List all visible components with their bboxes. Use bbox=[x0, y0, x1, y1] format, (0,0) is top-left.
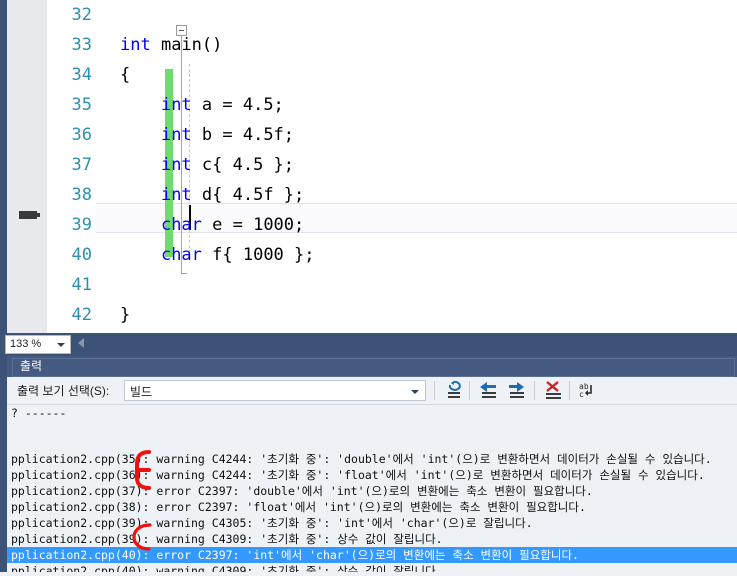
code-content[interactable]: int main() bbox=[120, 30, 222, 60]
output-line[interactable]: pplication2.cpp(37): error C2397: 'doubl… bbox=[7, 483, 737, 499]
code-token: b = 4.5f; bbox=[191, 125, 295, 145]
zoom-level-value: 133 % bbox=[10, 338, 42, 350]
output-line[interactable]: pplication2.cpp(39): warning C4305: '초기화… bbox=[7, 515, 737, 531]
code-token: d{ 4.5f }; bbox=[191, 185, 305, 205]
code-row: 40 char f{ 1000 }; bbox=[48, 240, 737, 270]
code-content[interactable]: int b = 4.5f; bbox=[120, 120, 294, 150]
code-content[interactable]: { bbox=[120, 60, 130, 90]
keyword-token: char bbox=[160, 245, 202, 265]
bookmark-glyph-icon[interactable] bbox=[19, 211, 40, 219]
code-row: 39 char e = 1000; bbox=[48, 210, 737, 240]
code-token: a = 4.5; bbox=[191, 95, 284, 115]
output-title-bar[interactable]: 출력 bbox=[7, 356, 737, 377]
code-token: f{ 1000 }; bbox=[201, 245, 315, 265]
output-title-frame bbox=[12, 358, 735, 377]
code-token: c{ 4.5 }; bbox=[191, 155, 295, 175]
keyword-token: int bbox=[120, 35, 151, 55]
output-line-selected[interactable]: pplication2.cpp(40): error C2397: 'int'에… bbox=[7, 547, 737, 563]
line-number: 36 bbox=[71, 125, 92, 145]
go-to-next-message-icon[interactable] bbox=[504, 380, 530, 402]
line-number: 41 bbox=[71, 275, 92, 295]
code-row: 38 int d{ 4.5f }; bbox=[48, 180, 737, 210]
output-view-selector-value: 빌드 bbox=[130, 385, 153, 399]
line-number: 37 bbox=[71, 155, 92, 175]
code-content[interactable]: int a = 4.5; bbox=[120, 90, 284, 120]
output-bottom-strip bbox=[0, 572, 737, 576]
svg-text:c: c bbox=[579, 390, 584, 399]
keyword-token: int bbox=[160, 185, 192, 205]
go-to-previous-message-icon[interactable] bbox=[476, 380, 502, 402]
code-content[interactable]: char e = 1000; bbox=[120, 210, 304, 240]
code-row: 33 int main() bbox=[48, 30, 737, 60]
horizontal-scroll-left-arrow-icon[interactable] bbox=[78, 338, 84, 348]
code-row: 42 } bbox=[48, 300, 737, 330]
chevron-down-icon bbox=[411, 390, 419, 394]
code-content[interactable]: char f{ 1000 }; bbox=[120, 240, 315, 270]
code-row: 36 int b = 4.5f; bbox=[48, 120, 737, 150]
keyword-token: int bbox=[160, 155, 192, 175]
output-line[interactable]: ? ------ bbox=[7, 405, 737, 421]
view-selector-label: 출력 보기 선택(S): bbox=[17, 384, 110, 398]
line-number: 42 bbox=[71, 305, 92, 325]
toggle-word-wrap-icon[interactable]: ab c bbox=[576, 380, 602, 402]
window-chrome-strip-left bbox=[0, 0, 7, 333]
zoom-level-dropdown[interactable]: 133 % bbox=[5, 335, 71, 354]
output-line[interactable]: pplication2.cpp(36): warning C4244: '초기화… bbox=[7, 467, 737, 483]
code-token: main() bbox=[150, 35, 223, 55]
code-row: 37 int c{ 4.5 }; bbox=[48, 150, 737, 180]
code-row: 41 bbox=[48, 270, 737, 300]
line-number: 33 bbox=[71, 35, 92, 55]
visual-studio-window: 32 33 int main() 34 { 35 int a = 4.5; 36… bbox=[0, 0, 737, 576]
line-number: 32 bbox=[71, 5, 92, 25]
code-content[interactable]: int c{ 4.5 }; bbox=[120, 150, 294, 180]
toolbar-separator bbox=[434, 381, 435, 400]
code-editor-pane[interactable]: 32 33 int main() 34 { 35 int a = 4.5; 36… bbox=[0, 0, 737, 333]
output-panel: 출력 출력 보기 선택(S): 빌드 ab c ? ------ pplicat… bbox=[0, 356, 737, 576]
output-toolbar: 출력 보기 선택(S): 빌드 ab c bbox=[7, 377, 737, 405]
code-content[interactable]: int d{ 4.5f }; bbox=[120, 180, 304, 210]
output-line[interactable] bbox=[7, 421, 737, 437]
output-text-area[interactable]: ? ------ pplication2.cpp(35): warning C4… bbox=[7, 405, 737, 576]
output-blank-gap bbox=[7, 437, 737, 451]
keyword-token: char bbox=[160, 215, 202, 235]
code-token: e = 1000; bbox=[201, 215, 305, 235]
code-row: 32 bbox=[48, 0, 737, 30]
toolbar-separator bbox=[534, 381, 535, 400]
output-line[interactable]: pplication2.cpp(35): warning C4244: '초기화… bbox=[7, 451, 737, 467]
keyword-token: int bbox=[160, 95, 192, 115]
code-content[interactable]: } bbox=[120, 300, 130, 330]
rerun-build-icon[interactable] bbox=[441, 380, 467, 402]
output-line[interactable]: pplication2.cpp(38): error C2397: 'float… bbox=[7, 499, 737, 515]
output-panel-title: 출력 bbox=[20, 359, 43, 373]
code-surface[interactable]: 32 33 int main() 34 { 35 int a = 4.5; 36… bbox=[48, 0, 737, 333]
line-number: 40 bbox=[71, 245, 92, 265]
editor-indicator-margin[interactable] bbox=[7, 0, 48, 333]
editor-status-bar: 133 % bbox=[0, 333, 737, 356]
toolbar-separator bbox=[569, 381, 570, 400]
clear-all-icon[interactable] bbox=[541, 380, 567, 402]
code-row: 35 int a = 4.5; bbox=[48, 90, 737, 120]
toolbar-separator bbox=[469, 381, 470, 400]
chevron-down-icon bbox=[57, 343, 65, 347]
output-view-selector-dropdown[interactable]: 빌드 bbox=[124, 380, 426, 401]
line-number: 35 bbox=[71, 95, 92, 115]
line-number: 38 bbox=[71, 185, 92, 205]
line-number: 39 bbox=[71, 215, 92, 235]
output-line[interactable]: pplication2.cpp(39): warning C4309: '초기화… bbox=[7, 531, 737, 547]
code-row: 34 { bbox=[48, 60, 737, 90]
output-chrome-strip-left bbox=[0, 356, 7, 576]
line-number: 34 bbox=[71, 65, 92, 85]
keyword-token: int bbox=[160, 125, 192, 145]
